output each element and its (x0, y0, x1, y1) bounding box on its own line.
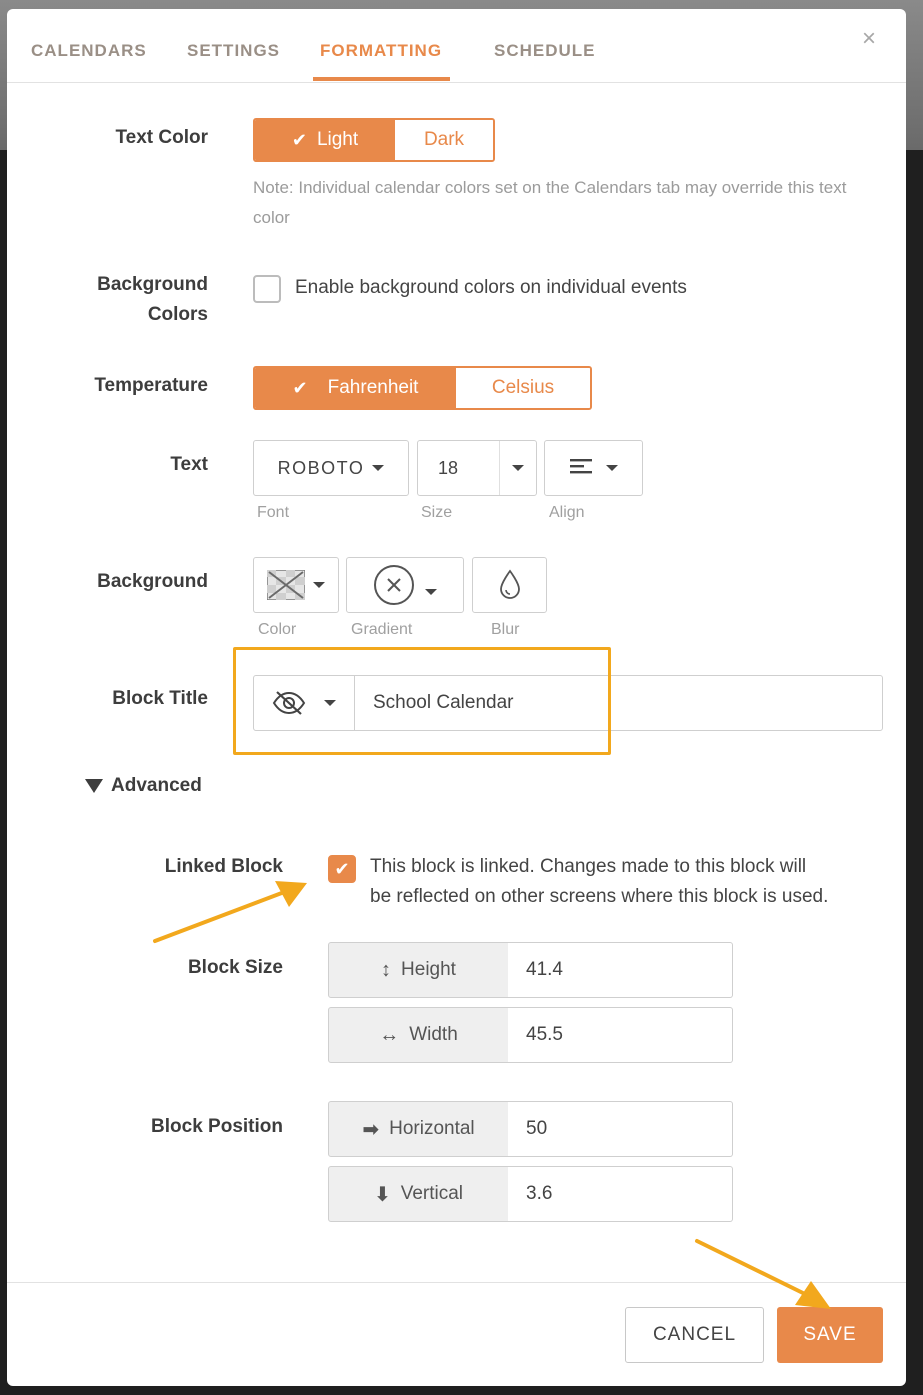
size-input[interactable]: 18 (418, 441, 500, 495)
advanced-toggle[interactable]: Advanced (85, 771, 202, 801)
size-select[interactable]: 18 (417, 440, 537, 496)
chevron-down-icon (605, 465, 618, 471)
block-title-label: Block Title (112, 688, 208, 709)
tab-schedule[interactable]: SCHEDULE (494, 41, 596, 61)
vertical-input[interactable]: 3.6 (508, 1166, 733, 1222)
block-size-label: Block Size (187, 957, 283, 978)
temperature-celsius-option[interactable]: Celsius (456, 368, 590, 408)
horizontal-addon: ➡ Horizontal (328, 1101, 509, 1157)
background-blur-button[interactable] (472, 557, 547, 613)
linked-block-description-line2: be reflected on other screens where this… (370, 886, 829, 907)
formatting-modal: CALENDARS SETTINGS FORMATTING SCHEDULE ×… (7, 9, 906, 1386)
background-colors-checkbox-label: Enable background colors on individual e… (295, 277, 687, 298)
align-left-icon (569, 459, 592, 474)
align-select[interactable] (544, 440, 643, 496)
height-addon-label: Height (401, 959, 456, 980)
background-colors-label-line1: Background (97, 274, 208, 295)
background-color-select[interactable] (253, 557, 339, 613)
modal-footer: CANCEL SAVE (7, 1282, 906, 1386)
linked-block-checkbox[interactable]: ✔ (328, 855, 356, 883)
circle-x-icon (374, 565, 414, 605)
check-icon: ✔ (292, 377, 308, 398)
chevron-down-icon (372, 465, 385, 471)
text-color-light-label: Light (316, 129, 359, 150)
vertical-addon-label: Vertical (400, 1183, 464, 1204)
droplet-icon (499, 569, 520, 599)
tab-settings[interactable]: SETTINGS (187, 41, 280, 61)
background-colors-label-line2: Colors (147, 304, 208, 325)
blur-caption: Blur (491, 621, 520, 638)
block-title-input[interactable]: School Calendar (354, 675, 883, 731)
cancel-button[interactable]: CANCEL (625, 1307, 764, 1363)
text-color-dark-option[interactable]: Dark (395, 120, 493, 160)
arrow-down-icon: ⬇ (373, 1183, 391, 1206)
background-gradient-select[interactable] (346, 557, 464, 613)
block-title-value: School Calendar (373, 692, 514, 713)
text-color-light-option[interactable]: ✔ Light (255, 120, 395, 160)
text-color-note: Note: Individual calendar colors set on … (253, 178, 847, 227)
align-caption: Align (549, 504, 585, 521)
eye-off-icon (272, 691, 306, 715)
chevron-down-icon (313, 582, 325, 588)
color-caption: Color (258, 621, 297, 638)
vertical-addon: ⬇ Vertical (328, 1166, 509, 1222)
chevron-down-icon (512, 465, 524, 471)
height-addon: ↕ Height (328, 942, 509, 998)
linked-block-description-line1: This block is linked. Changes made to th… (370, 856, 807, 877)
chevron-down-icon (324, 700, 336, 706)
check-icon: ✔ (291, 129, 307, 150)
tab-calendars[interactable]: CALENDARS (31, 41, 147, 61)
width-addon-label: Width (409, 1024, 458, 1045)
temperature-label: Temperature (94, 375, 208, 396)
temperature-celsius-label: Celsius (491, 377, 555, 398)
gradient-caption: Gradient (351, 621, 413, 638)
chevron-down-icon (425, 589, 437, 595)
close-icon[interactable]: × (862, 27, 876, 51)
check-icon: ✔ (334, 858, 350, 879)
block-position-label: Block Position (151, 1116, 283, 1137)
height-input[interactable]: 41.4 (508, 942, 733, 998)
active-tab-indicator (313, 77, 450, 81)
width-addon: ↔ Width (328, 1007, 509, 1063)
width-input[interactable]: 45.5 (508, 1007, 733, 1063)
size-caption: Size (421, 504, 453, 521)
block-title-visibility-select[interactable] (253, 675, 355, 731)
tab-formatting[interactable]: FORMATTING (320, 41, 442, 61)
temperature-toggle: ✔ Fahrenheit Celsius (253, 366, 592, 410)
temperature-fahrenheit-label: Fahrenheit (327, 377, 419, 398)
linked-block-description: This block is linked. Changes made to th… (370, 852, 828, 912)
font-caption: Font (257, 504, 290, 521)
vertical-resize-icon: ↕ (381, 958, 392, 981)
text-color-dark-label: Dark (423, 129, 465, 150)
background-colors-checkbox[interactable] (253, 275, 281, 303)
font-select-value: ROBOTO (277, 457, 365, 478)
text-color-toggle: ✔ Light Dark (253, 118, 495, 162)
text-color-label: Text Color (115, 127, 208, 148)
transparent-swatch-icon (267, 570, 305, 600)
horizontal-addon-label: Horizontal (389, 1118, 475, 1139)
triangle-down-icon (85, 779, 103, 793)
temperature-fahrenheit-option[interactable]: ✔ Fahrenheit (255, 368, 456, 408)
arrow-right-icon: ➡ (362, 1118, 380, 1141)
advanced-toggle-label: Advanced (111, 775, 202, 796)
text-label: Text (170, 454, 208, 475)
horizontal-resize-icon: ↔ (379, 1023, 400, 1046)
horizontal-input[interactable]: 50 (508, 1101, 733, 1157)
font-select[interactable]: ROBOTO (253, 440, 409, 496)
tab-bar: CALENDARS SETTINGS FORMATTING SCHEDULE × (7, 9, 906, 83)
background-label: Background (97, 571, 208, 592)
save-button[interactable]: SAVE (777, 1307, 883, 1363)
size-dropdown-toggle[interactable] (500, 465, 536, 471)
linked-block-label: Linked Block (164, 856, 283, 877)
